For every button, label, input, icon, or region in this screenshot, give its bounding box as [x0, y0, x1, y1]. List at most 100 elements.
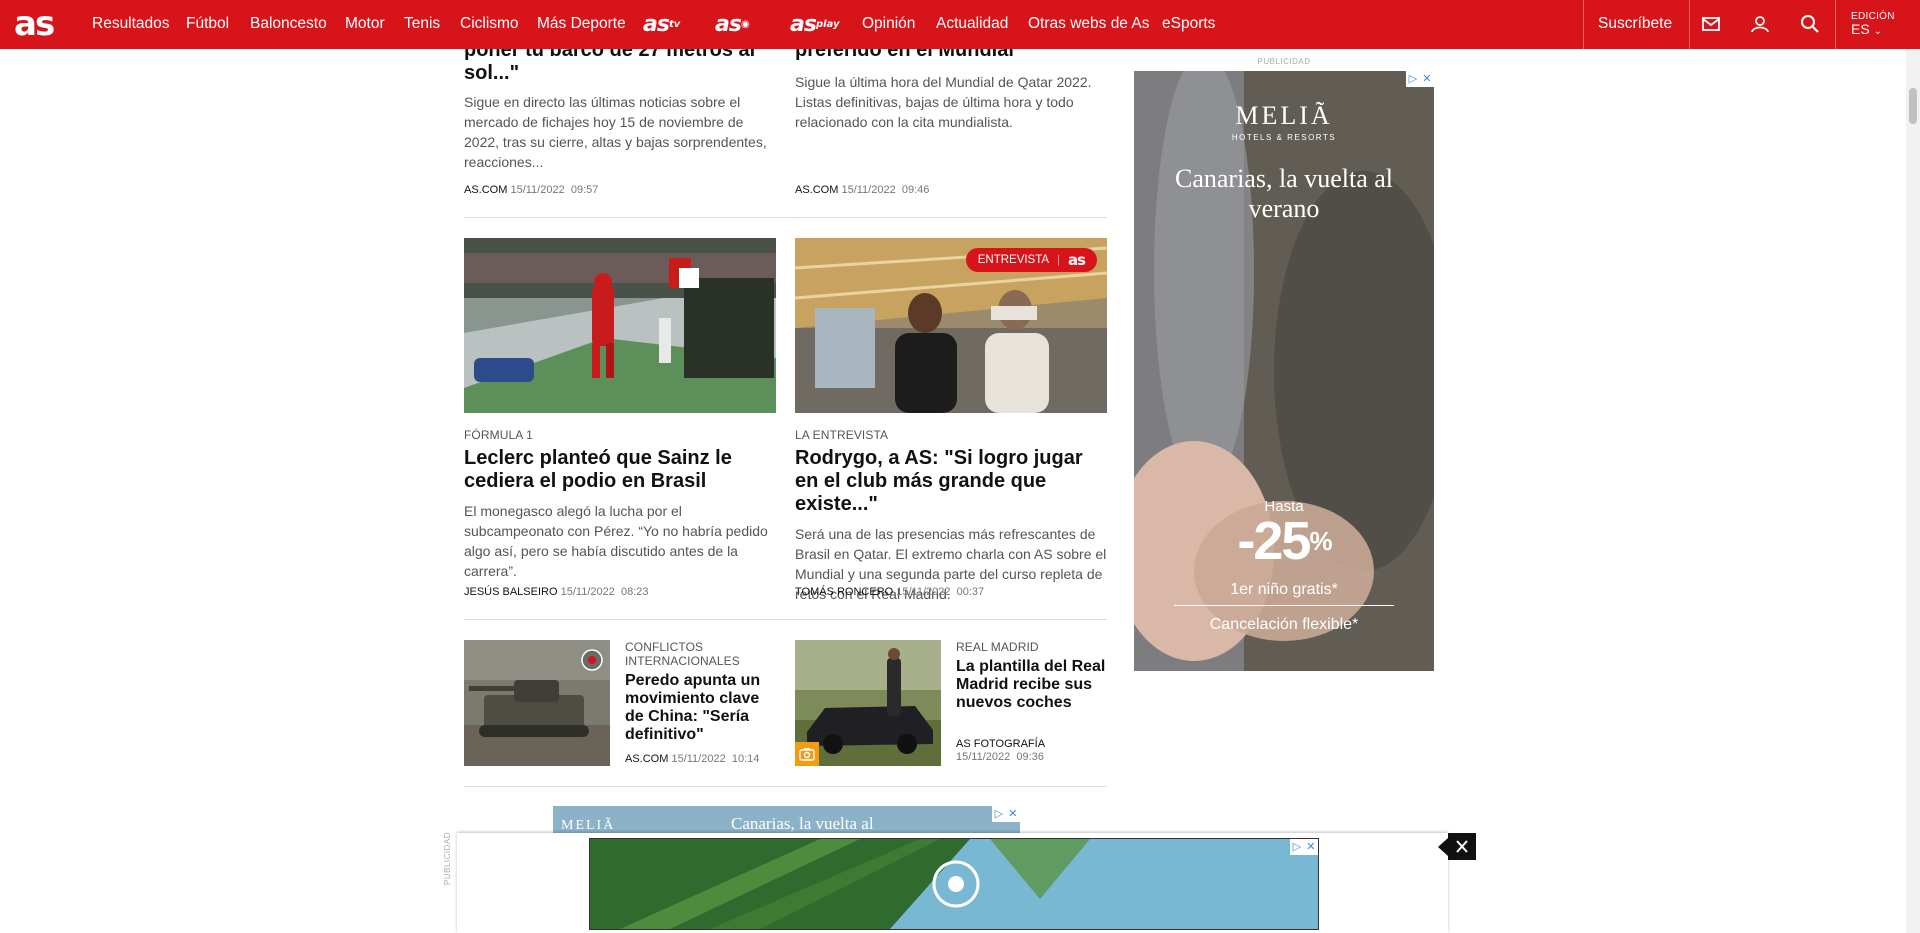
as-audio-logo[interactable]: asplay: [790, 13, 840, 37]
nav-item-baloncesto[interactable]: Baloncesto: [250, 0, 327, 49]
nav-item-tenis[interactable]: Tenis: [404, 0, 440, 49]
nav-item-esports[interactable]: eSports: [1162, 0, 1215, 49]
inline-ad-title: Canarias, la vuelta al: [731, 814, 874, 833]
ad-label: PUBLICIDAD: [1257, 57, 1311, 66]
as-tv-logo[interactable]: astv: [643, 13, 680, 37]
ad-label: PUBLICIDAD: [443, 831, 452, 885]
article-time: 09:57: [570, 184, 599, 196]
article-time: 09:46: [901, 184, 930, 196]
ad-choices-badge[interactable]: ▷ ✕: [1406, 71, 1434, 87]
badge-separator: |: [1057, 254, 1060, 266]
ad-discount: -25: [1237, 511, 1311, 571]
article-author[interactable]: AS.COM: [795, 184, 838, 196]
interview-badge-label: ENTREVISTA: [977, 254, 1050, 266]
melia-inline-ad[interactable]: MELIÃ Canarias, la vuelta al ▷ ✕: [553, 806, 1020, 836]
ad-title: Canarias, la vuelta al verano: [1174, 164, 1394, 223]
article-date: 15/11/2022: [671, 753, 726, 765]
article-date: 15/11/2022: [956, 751, 1011, 763]
nav-item-actualidad[interactable]: Actualidad: [936, 0, 1008, 49]
article-kicker[interactable]: LA ENTREVISTA: [795, 428, 1107, 442]
article-meta: JESÚS BALSEIRO 15/11/2022 08:23: [464, 586, 649, 598]
palm-leaves-image: [590, 839, 1318, 929]
ad-choices-badge[interactable]: ▷ ✕: [1290, 839, 1318, 855]
page-scrollbar[interactable]: [1906, 0, 1920, 933]
nav-item-motor[interactable]: Motor: [345, 0, 385, 49]
close-button-tab: [1438, 838, 1448, 856]
search-icon[interactable]: [1799, 13, 1821, 35]
ad-info-icon[interactable]: ▷: [995, 806, 1003, 822]
article-meta: AS.COM 15/11/2022 10:14: [625, 753, 759, 765]
article-date: 15/11/2022: [510, 184, 565, 196]
article-headline[interactable]: Rodrygo, a AS: "Si logro jugar en el clu…: [795, 447, 1107, 516]
article-date: 15/11/2022: [896, 586, 951, 598]
nav-item-otras-webs[interactable]: Otras webs de As: [1028, 0, 1149, 49]
ad-divider: [1174, 605, 1394, 606]
article-summary: El monegasco alegó la lucha por el subca…: [464, 503, 768, 579]
article-author[interactable]: AS.COM: [464, 184, 507, 196]
article-card: REAL MADRID La plantilla del Real Madrid…: [956, 640, 1106, 712]
section-divider: [464, 217, 1107, 218]
article-time: 09:36: [1016, 751, 1044, 763]
as-logo[interactable]: as: [14, 6, 55, 42]
article-headline[interactable]: Peredo apunta un movimiento clave de Chi…: [625, 672, 775, 744]
article-headline[interactable]: Leclerc planteó que Sainz le cediera el …: [464, 447, 776, 493]
as-foto-logo[interactable]: as◉: [715, 13, 750, 37]
ad-close-icon[interactable]: ✕: [1422, 71, 1431, 87]
nav-item-mas-deporte[interactable]: Más Deporte: [537, 0, 626, 49]
ad-info-icon[interactable]: ▷: [1293, 839, 1301, 855]
as-foto-logo-suffix: ◉: [740, 19, 750, 30]
mail-icon[interactable]: [1700, 13, 1722, 35]
article-meta: TOMÁS RONCERO 15/11/2022 00:37: [795, 586, 984, 598]
article-summary: Sigue la última hora del Mundial de Qata…: [795, 74, 1092, 130]
article-author[interactable]: TOMÁS RONCERO: [795, 586, 893, 598]
article-image-cars[interactable]: [795, 640, 941, 766]
ad-brand-sub: HOTELS & RESORTS: [1231, 133, 1337, 142]
section-divider: [464, 786, 1107, 787]
article-summary-block: Sigue la última hora del Mundial de Qata…: [795, 72, 1107, 132]
ad-line1: 1er niño gratis*: [1230, 581, 1338, 598]
as-audio-logo-suffix: play: [815, 19, 840, 30]
article-card: FÓRMULA 1 Leclerc planteó que Sainz le c…: [464, 428, 776, 581]
edition-value: ES: [1851, 21, 1870, 37]
ad-close-icon[interactable]: ✕: [1008, 806, 1017, 822]
article-card: CONFLICTOS INTERNACIONALES Peredo apunta…: [625, 640, 775, 744]
article-kicker[interactable]: CONFLICTOS INTERNACIONALES: [625, 640, 775, 668]
nav-separator: [1689, 0, 1690, 49]
article-author[interactable]: AS.COM: [625, 753, 668, 765]
nav-item-ciclismo[interactable]: Ciclismo: [460, 0, 519, 49]
user-icon[interactable]: [1749, 13, 1771, 35]
ad-brand: MELIÃ: [1235, 101, 1333, 130]
article-time: 10:14: [731, 753, 760, 765]
ad-info-icon[interactable]: ▷: [1409, 71, 1417, 87]
melia-side-ad[interactable]: ▷ ✕ MELIÃ HOTELS & RESORTS Canarias, la …: [1134, 71, 1434, 671]
article-meta: AS.COM 15/11/2022 09:57: [464, 184, 598, 196]
close-icon: [1456, 840, 1468, 853]
edition-selector[interactable]: EDICIÓN ES ⌄: [1851, 10, 1911, 38]
top-navigation-bar: as Resultados Fútbol Baloncesto Motor Te…: [0, 0, 1920, 49]
subscribe-link[interactable]: Suscríbete: [1598, 0, 1672, 49]
nav-item-resultados[interactable]: Resultados: [92, 0, 170, 49]
inline-ad-brand: MELIÃ: [561, 818, 616, 833]
article-author[interactable]: JESÚS BALSEIRO: [464, 586, 558, 598]
live-video-icon: [581, 649, 603, 671]
article-date: 15/11/2022: [560, 586, 615, 598]
article-image-tank[interactable]: [464, 640, 610, 766]
nav-item-opinion[interactable]: Opinión: [862, 0, 915, 49]
article-meta: AS.COM 15/11/2022 09:46: [795, 184, 929, 196]
article-image-leclerc[interactable]: [464, 238, 776, 413]
article-headline[interactable]: La plantilla del Real Madrid recibe sus …: [956, 658, 1106, 712]
article-kicker[interactable]: FÓRMULA 1: [464, 428, 776, 442]
ad-close-icon[interactable]: ✕: [1306, 839, 1315, 855]
article-time: 08:23: [620, 586, 649, 598]
sticky-leaderboard-ad[interactable]: ▷ ✕: [589, 838, 1319, 930]
scrollbar-thumb[interactable]: [1909, 88, 1917, 124]
article-kicker[interactable]: REAL MADRID: [956, 640, 1106, 654]
ad-percent: %: [1309, 526, 1332, 556]
article-image-rodrygo[interactable]: ENTREVISTA | as: [795, 238, 1107, 413]
as-badge-logo: as: [1067, 251, 1086, 269]
interview-badge: ENTREVISTA | as: [965, 248, 1097, 272]
article-author[interactable]: AS FOTOGRAFÍA: [956, 738, 1045, 751]
sticky-ad-close-button[interactable]: [1448, 833, 1476, 860]
ad-choices-badge[interactable]: ▷ ✕: [992, 806, 1020, 822]
nav-item-futbol[interactable]: Fútbol: [186, 0, 229, 49]
